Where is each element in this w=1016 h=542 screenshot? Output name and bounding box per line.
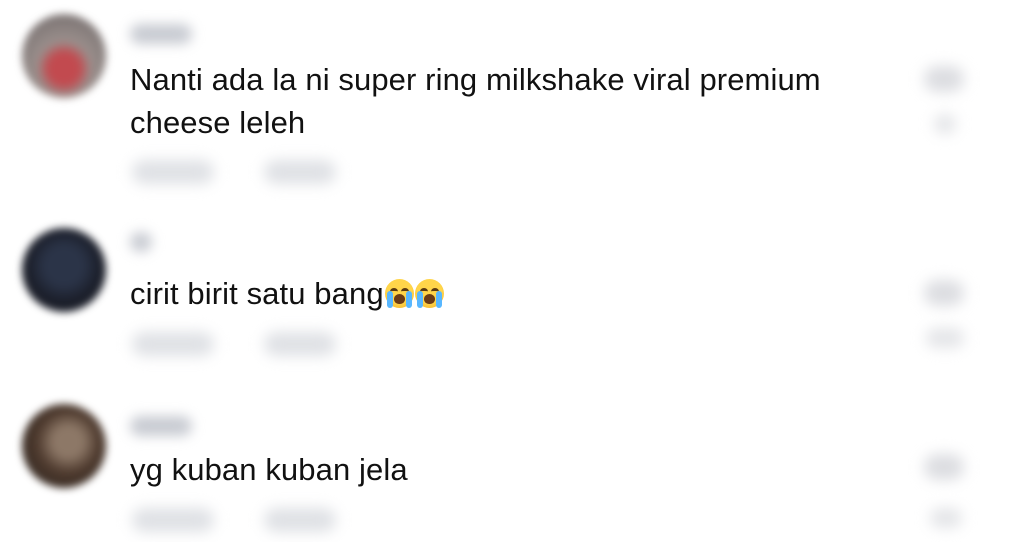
like-count-blurred: [930, 508, 962, 528]
timestamp-blurred: [132, 332, 214, 356]
comment-meta: [130, 332, 360, 358]
comment-meta: [130, 508, 360, 534]
like-control[interactable]: [920, 66, 970, 146]
heart-icon[interactable]: [924, 280, 964, 306]
loudly-crying-face-icon: [384, 279, 414, 308]
comment-text: Nanti ada la ni super ring milkshake vir…: [130, 62, 821, 140]
avatar[interactable]: [22, 14, 106, 98]
username-blurred[interactable]: [130, 232, 152, 252]
heart-icon[interactable]: [924, 454, 964, 480]
avatar[interactable]: [22, 404, 106, 488]
comment-text-row: cirit birit satu bang: [130, 272, 890, 315]
comment-item: yg kuban kuban jela: [0, 390, 1016, 542]
timestamp-blurred: [132, 508, 214, 532]
reply-button[interactable]: [264, 332, 336, 356]
like-count-blurred: [934, 114, 956, 134]
loudly-crying-face-icon: [414, 279, 444, 308]
reply-button[interactable]: [264, 508, 336, 532]
timestamp-blurred: [132, 160, 214, 184]
comment-item: Nanti ada la ni super ring milkshake vir…: [0, 0, 1016, 200]
username-blurred[interactable]: [130, 416, 192, 436]
username-blurred[interactable]: [130, 24, 192, 44]
comment-text: cirit birit satu bang: [130, 276, 384, 311]
comment-text: yg kuban kuban jela: [130, 452, 408, 487]
avatar[interactable]: [22, 228, 106, 312]
heart-icon[interactable]: [924, 66, 964, 92]
like-control[interactable]: [920, 454, 970, 534]
reply-button[interactable]: [264, 160, 336, 184]
like-count-blurred: [926, 328, 964, 348]
comment-meta: [130, 160, 360, 186]
comment-item: cirit birit satu bang: [0, 200, 1016, 390]
like-control[interactable]: [920, 280, 970, 360]
